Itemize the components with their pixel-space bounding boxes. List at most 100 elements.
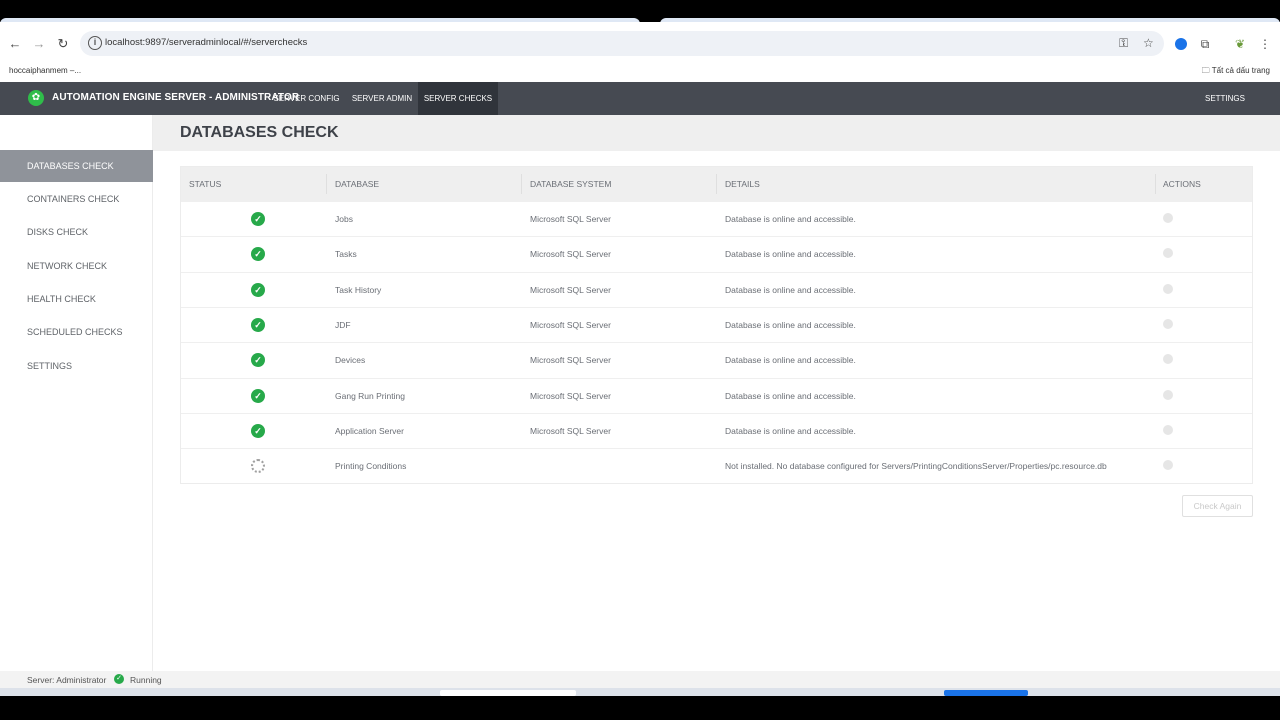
url-text: localhost:9897/serveradminlocal/#/server… xyxy=(105,37,308,48)
sidebar-item-scheduled-checks[interactable]: SCHEDULED CHECKS xyxy=(0,316,153,348)
table-row: ✓ Gang Run Printing Microsoft SQL Server Da… xyxy=(181,377,1252,413)
status-ok-icon: ✓ xyxy=(251,317,265,332)
status-ok-icon: ✓ xyxy=(251,247,265,262)
gear-logo-icon: ✿ xyxy=(28,90,44,106)
app-header: ✿ AUTOMATION ENGINE SERVER - ADMINISTRAT… xyxy=(0,82,1280,115)
sidebar-item-databases-check[interactable]: DATABASES CHECK xyxy=(0,150,153,182)
cell-database-system: Microsoft SQL Server xyxy=(530,249,611,260)
menu-server-admin[interactable]: SERVER ADMIN xyxy=(346,82,418,115)
bookmark-bar: hoccaiphanmem –... 🗀 Tất cả dấu trang xyxy=(0,60,1280,82)
cell-database: JDF xyxy=(335,319,351,330)
status-ok-icon: ✓ xyxy=(251,353,265,368)
column-header-details[interactable]: DETAILS xyxy=(725,179,760,189)
menu-settings[interactable]: SETTINGS xyxy=(1200,82,1250,115)
cell-details: Database is online and accessible. xyxy=(725,249,856,260)
column-header-database[interactable]: DATABASE xyxy=(335,179,379,189)
bookmark-star-icon[interactable]: ☆ xyxy=(1143,36,1154,50)
window-top-bar xyxy=(0,0,1280,24)
cell-details: Not installed. No database configured fo… xyxy=(725,461,1107,472)
reload-icon[interactable]: ↻ xyxy=(55,36,71,52)
bookmark-item[interactable]: hoccaiphanmem –... xyxy=(9,66,81,75)
cell-details: Database is online and accessible. xyxy=(725,355,856,366)
password-key-icon[interactable]: ⚿ xyxy=(1119,36,1128,51)
table-row: ✓ Devices Microsoft SQL Server Database is … xyxy=(181,342,1252,377)
info-action-icon[interactable] xyxy=(1163,213,1173,223)
server-state: Running xyxy=(130,675,162,685)
profile-icon[interactable] xyxy=(1173,36,1189,52)
page-title: DATABASES CHECK xyxy=(180,124,339,141)
info-action-icon[interactable] xyxy=(1163,424,1173,435)
forward-icon[interactable]: → xyxy=(31,36,47,52)
main-content: DATABASES CHECK STATUS DATABASE DATABASE… xyxy=(153,115,1280,671)
all-bookmarks-button[interactable]: 🗀 Tất cả dấu trang xyxy=(1202,65,1270,79)
status-ok-icon: ✓ xyxy=(251,212,265,226)
loading-spinner-icon xyxy=(251,459,265,474)
status-ok-icon: ✓ xyxy=(251,282,265,297)
cell-database: Jobs xyxy=(335,214,353,224)
extension-leaf-icon[interactable]: ❦ xyxy=(1232,36,1248,52)
site-info-icon[interactable]: i xyxy=(88,36,102,50)
info-action-icon[interactable] xyxy=(1163,460,1173,471)
cell-database-system: Microsoft SQL Server xyxy=(530,214,611,224)
menu-kebab-icon[interactable]: ⋮ xyxy=(1257,36,1273,52)
extensions-icon[interactable]: ⧉ xyxy=(1197,36,1213,52)
table-row: ✓ Tasks Microsoft SQL Server Database is on… xyxy=(181,236,1252,271)
os-taskbar xyxy=(0,688,1280,696)
cell-database: Tasks xyxy=(335,249,357,260)
sidebar-item-disks-check[interactable]: DISKS CHECK xyxy=(0,216,153,248)
menu-server-config[interactable]: SERVER CONFIG xyxy=(270,82,343,115)
page-header: DATABASES CHECK xyxy=(153,115,1280,151)
info-action-icon[interactable] xyxy=(1163,354,1173,365)
screen: ← → ↻ i localhost:9897/serveradminlocal/… xyxy=(0,0,1280,720)
status-ok-icon: ✓ xyxy=(251,388,265,403)
databases-table: STATUS DATABASE DATABASE SYSTEM DETAILS … xyxy=(180,166,1253,484)
sidebar-item-health-check[interactable]: HEALTH CHECK xyxy=(0,283,153,315)
column-divider xyxy=(326,174,327,194)
app-title: AUTOMATION ENGINE SERVER - ADMINISTRATOR xyxy=(52,92,300,103)
cell-database-system: Microsoft SQL Server xyxy=(530,319,611,330)
column-header-database-system[interactable]: DATABASE SYSTEM xyxy=(530,179,611,189)
info-action-icon[interactable] xyxy=(1163,318,1173,329)
cell-database: Devices xyxy=(335,355,366,366)
cell-database: Gang Run Printing xyxy=(335,390,405,401)
cell-details: Database is online and accessible. xyxy=(725,214,856,224)
sidebar: DATABASES CHECK CONTAINERS CHECK DISKS C… xyxy=(0,115,153,671)
cell-database: Application Server xyxy=(335,425,404,436)
info-action-icon[interactable] xyxy=(1163,389,1173,400)
address-bar[interactable]: i localhost:9897/serveradminlocal/#/serv… xyxy=(80,31,1164,56)
server-label: Server: Administrator xyxy=(27,675,107,685)
cell-details: Database is online and accessible. xyxy=(725,390,856,401)
cell-details: Database is online and accessible. xyxy=(725,319,856,330)
browser-toolbar: ← → ↻ i localhost:9897/serveradminlocal/… xyxy=(0,22,1280,82)
sidebar-item-containers-check[interactable]: CONTAINERS CHECK xyxy=(0,183,153,215)
menu-server-checks[interactable]: SERVER CHECKS xyxy=(418,82,498,115)
sidebar-item-network-check[interactable]: NETWORK CHECK xyxy=(0,250,153,282)
cell-database-system: Microsoft SQL Server xyxy=(530,425,611,436)
column-divider xyxy=(716,174,717,194)
cell-database-system: Microsoft SQL Server xyxy=(530,390,611,401)
column-divider xyxy=(1155,174,1156,194)
back-icon[interactable]: ← xyxy=(7,36,23,52)
cell-database: Task History xyxy=(335,284,382,295)
table-row: ✓ Jobs Microsoft SQL Server Database is onl… xyxy=(181,201,1252,236)
info-action-icon[interactable] xyxy=(1163,248,1173,259)
table-row: ✓ JDF Microsoft SQL Server Database is onli… xyxy=(181,306,1252,342)
cell-details: Database is online and accessible. xyxy=(725,284,856,295)
running-status-icon: ✓ xyxy=(114,674,124,684)
bottom-black-bar xyxy=(0,696,1280,720)
all-bookmarks-label: Tất cả dấu trang xyxy=(1211,66,1270,75)
column-header-actions[interactable]: ACTIONS xyxy=(1163,179,1201,189)
info-action-icon[interactable] xyxy=(1163,283,1173,294)
cell-database-system: Microsoft SQL Server xyxy=(530,355,611,366)
table-row: Printing Conditions Not installed. No dat… xyxy=(181,448,1252,483)
column-divider xyxy=(521,174,522,194)
status-ok-icon: ✓ xyxy=(251,423,265,438)
cell-database-system: Microsoft SQL Server xyxy=(530,284,611,295)
check-again-button[interactable]: Check Again xyxy=(1182,495,1253,517)
table-header: STATUS DATABASE DATABASE SYSTEM DETAILS … xyxy=(181,167,1252,201)
table-row: ✓ Task History Microsoft SQL Server Databas… xyxy=(181,271,1252,307)
sidebar-item-settings[interactable]: SETTINGS xyxy=(0,350,153,382)
table-row: ✓ Application Server Microsoft SQL Server D… xyxy=(181,412,1252,448)
cell-database: Printing Conditions xyxy=(335,461,407,472)
column-header-status[interactable]: STATUS xyxy=(189,179,221,189)
